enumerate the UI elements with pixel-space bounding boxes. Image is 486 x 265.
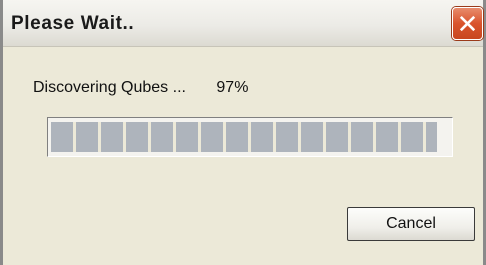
close-button[interactable]: ✕ — [452, 7, 483, 40]
progress-percent: 97% — [216, 79, 249, 96]
progress-bar — [47, 117, 453, 157]
title-bar[interactable]: Please Wait.. ✕ — [3, 0, 483, 47]
cancel-button[interactable]: Cancel — [347, 207, 475, 241]
progress-fill — [51, 122, 438, 152]
status-text: Discovering Qubes ... — [33, 79, 186, 96]
progress-track — [51, 122, 449, 152]
window-title: Please Wait.. — [11, 13, 135, 34]
close-icon: ✕ — [456, 8, 479, 39]
dialog-body: Discovering Qubes ... 97% Cancel — [3, 47, 483, 265]
please-wait-dialog: Please Wait.. ✕ Discovering Qubes ... 97… — [0, 0, 486, 265]
status-row: Discovering Qubes ... 97% — [33, 79, 248, 97]
